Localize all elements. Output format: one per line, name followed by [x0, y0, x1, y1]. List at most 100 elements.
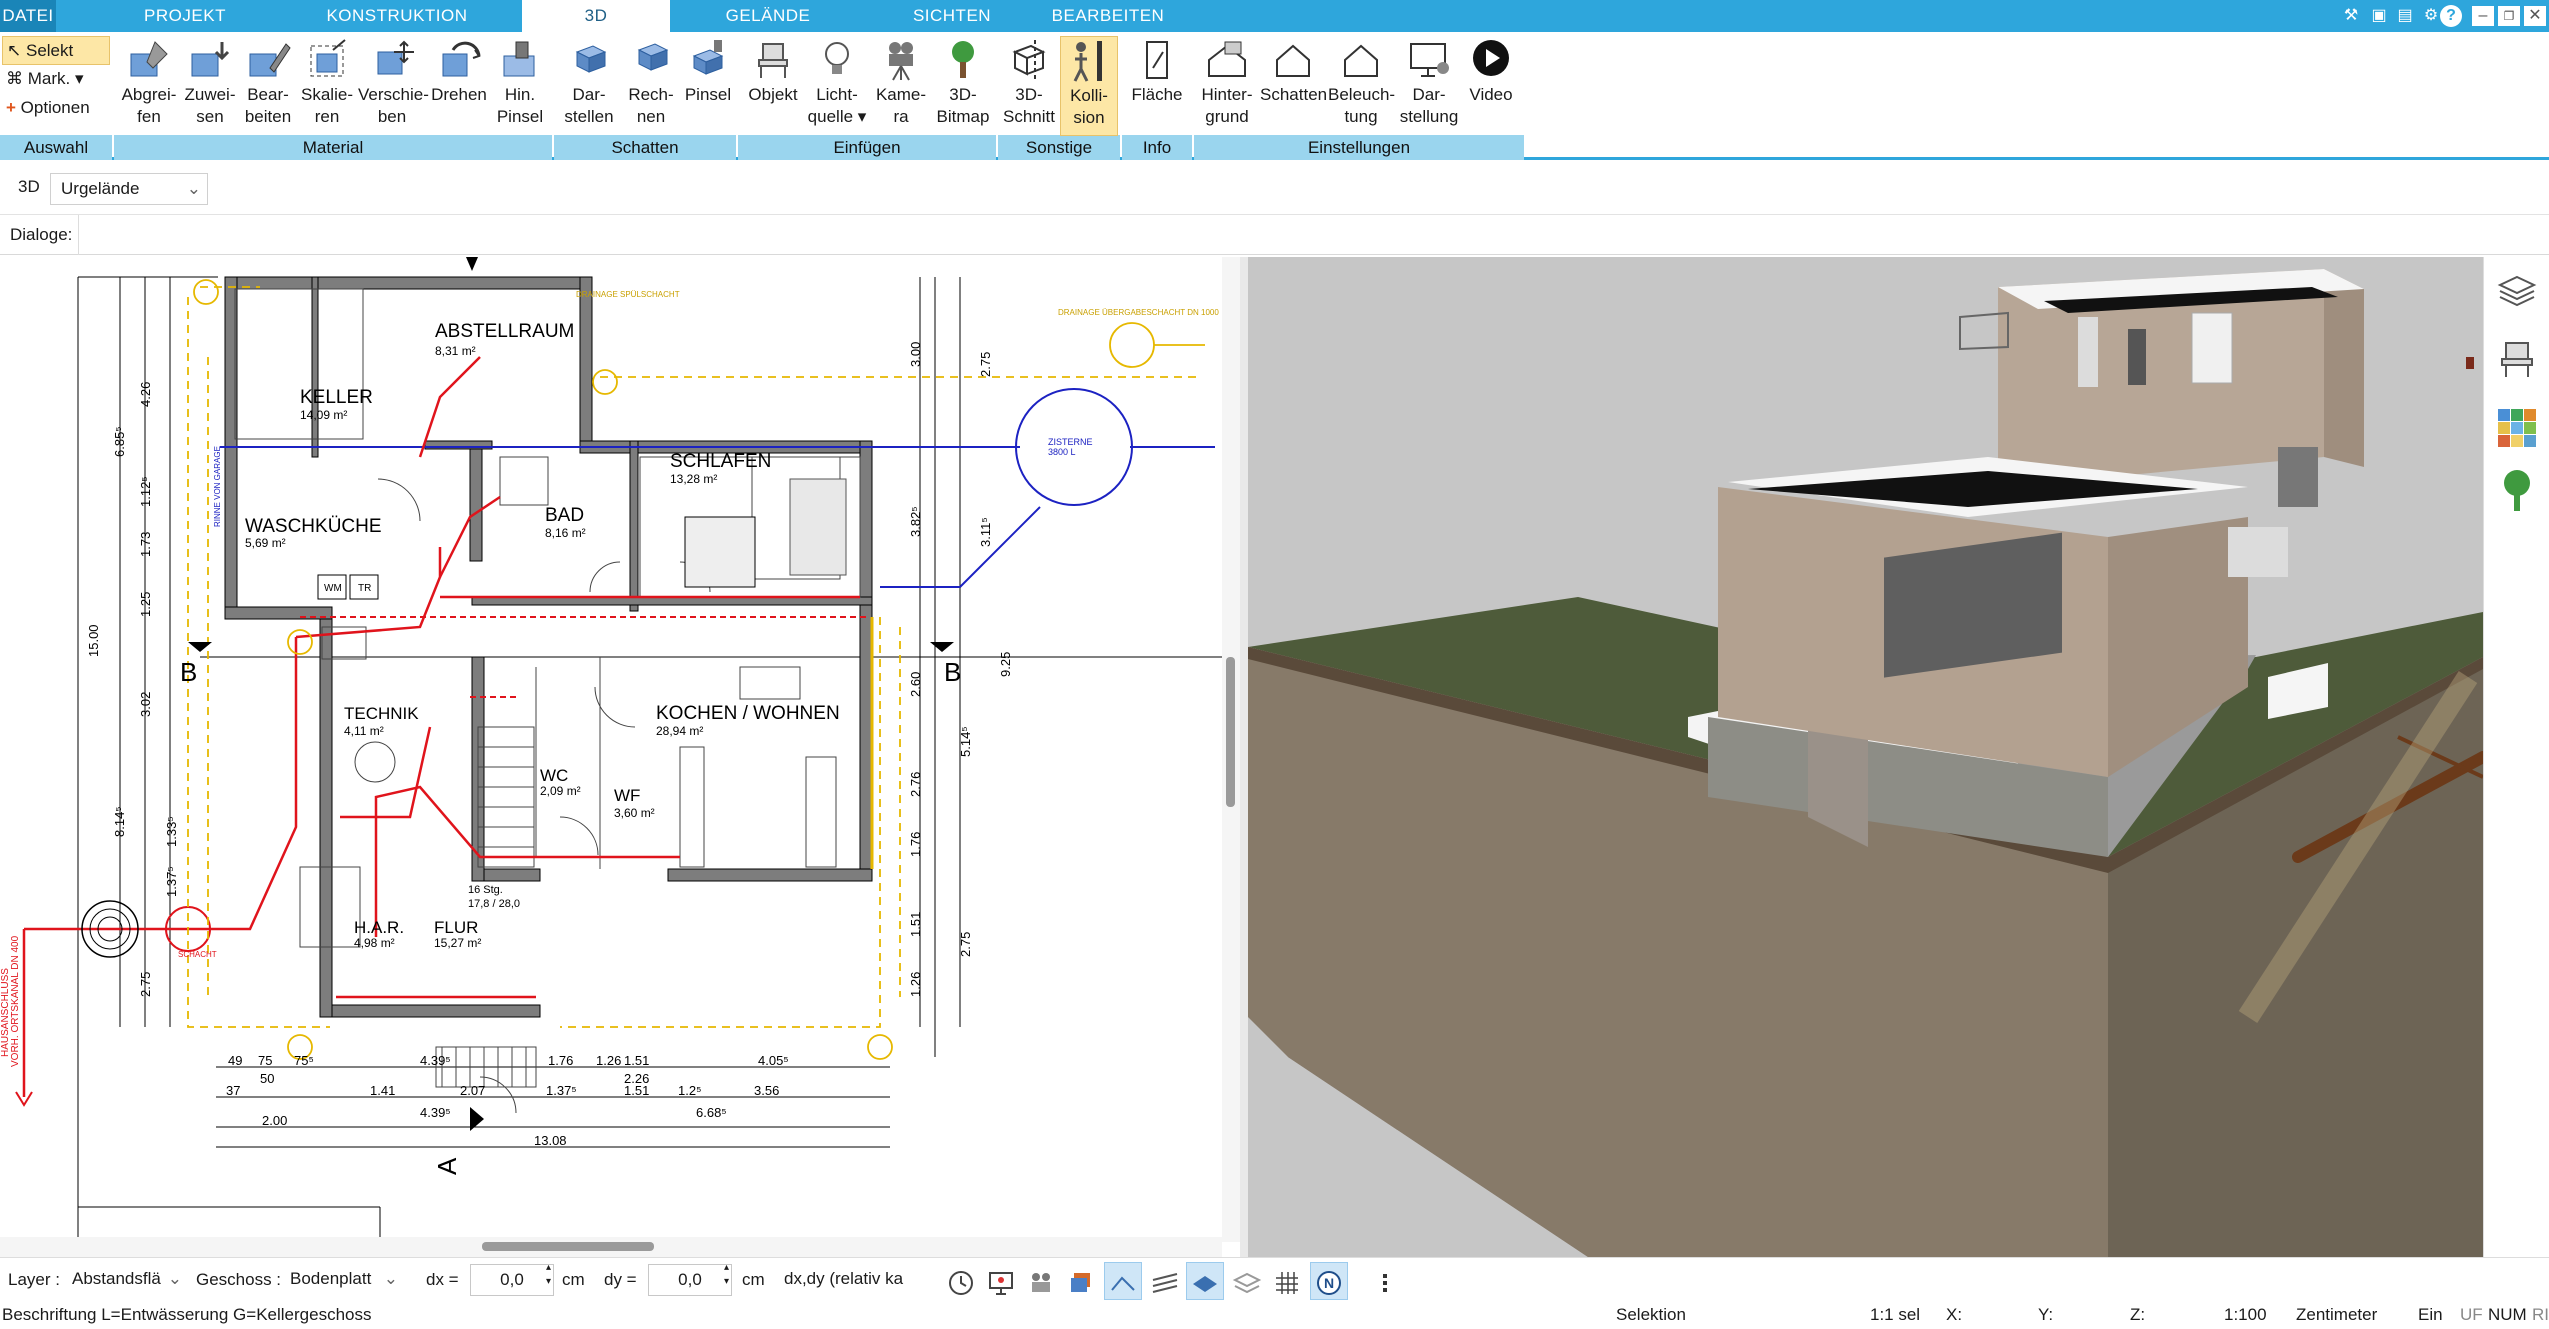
shadow-brush-icon: [692, 40, 724, 75]
room-keller[interactable]: KELLER: [300, 387, 373, 408]
layers-icon[interactable]: [2496, 271, 2538, 313]
plants-icon[interactable]: [2498, 467, 2536, 513]
room-schlafen[interactable]: SCHLAFEN: [670, 451, 771, 472]
folder-icon[interactable]: ▣: [2366, 3, 2392, 29]
layer-dropdown[interactable]: Abstandsflä ⌄: [66, 1264, 184, 1296]
right-sidebar: [2483, 257, 2549, 1257]
stepper-icon[interactable]: ▴ ▾: [546, 1261, 551, 1289]
dy-input[interactable]: 0,0 ▴ ▾: [648, 1261, 732, 1296]
section-b-right: B: [944, 657, 961, 687]
hintergrund-button[interactable]: Hinter-grund: [1196, 36, 1258, 136]
area-icon: [1146, 41, 1168, 79]
floor-plan-view[interactable]: WM TR ABSTELLRAUM 8,31 m² KELLER 14,09 m…: [0, 257, 1240, 1257]
room-har[interactable]: H.A.R.: [354, 918, 404, 937]
room-bad[interactable]: BAD: [545, 505, 584, 526]
tab-bearbeiten[interactable]: BEARBEITEN: [1046, 0, 1170, 32]
horizontal-scrollbar-thumb[interactable]: [482, 1242, 654, 1251]
flaeche-button[interactable]: Fläche: [1126, 36, 1188, 136]
schatten-pinsel-button[interactable]: Pinsel: [682, 36, 734, 136]
tab-gelaende[interactable]: GELÄNDE: [710, 0, 826, 32]
beleuchtung-button[interactable]: Beleuch-tung: [1328, 36, 1395, 136]
vertical-scrollbar[interactable]: [1222, 257, 1240, 1242]
tab-3d[interactable]: 3D: [522, 0, 670, 32]
view-mode-label: 3D: [18, 177, 40, 196]
chair-catalog-icon[interactable]: [2498, 337, 2536, 379]
tab-sichten[interactable]: SICHTEN: [890, 0, 1014, 32]
coord-mode-dropdown[interactable]: dx,dy (relativ ka: [778, 1264, 924, 1296]
floor-plane-icon[interactable]: [1190, 1268, 1220, 1298]
darstellung-button[interactable]: Dar-stellung: [1398, 36, 1460, 136]
clock-icon[interactable]: [946, 1268, 976, 1298]
north-icon[interactable]: N: [1314, 1268, 1344, 1298]
schatten-settings-button[interactable]: Schatten: [1260, 36, 1328, 136]
layers-stack-icon[interactable]: [1232, 1268, 1262, 1298]
video-button[interactable]: Video: [1462, 36, 1520, 136]
menu-bar: DATEI PROJEKT KONSTRUKTION 3D GELÄNDE SI…: [0, 0, 2549, 32]
bearbeiten-button[interactable]: Bear-beiten: [240, 36, 296, 136]
view-splitter[interactable]: [1240, 257, 1248, 1257]
room-kochen-wohnen-area: 28,94 m²: [656, 724, 703, 738]
grid-icon[interactable]: [1272, 1268, 1302, 1298]
stack-icon[interactable]: [1066, 1268, 1096, 1298]
vertical-scrollbar-thumb[interactable]: [1226, 657, 1235, 807]
drehen-button[interactable]: Drehen: [428, 36, 490, 136]
minimize-button[interactable]: –: [2472, 6, 2494, 26]
window-icon[interactable]: ▤: [2392, 3, 2418, 29]
group-info: Info: [1122, 135, 1192, 160]
floor-plan-drawing[interactable]: WM TR ABSTELLRAUM 8,31 m² KELLER 14,09 m…: [0, 257, 1240, 1257]
room-abstellraum[interactable]: ABSTELLRAUM: [435, 321, 574, 342]
zuweisen-button[interactable]: Zuwei-sen: [182, 36, 238, 136]
tree-icon: [952, 41, 974, 78]
chevron-down-icon: ⌄: [186, 179, 201, 198]
kamera-button[interactable]: Kame-ra: [872, 36, 930, 136]
mark-button[interactable]: ⌘ Mark. ▾: [2, 65, 110, 94]
help-icon[interactable]: ?: [2440, 5, 2462, 27]
verschieben-label: Verschie-ben: [358, 85, 429, 126]
terrain-dropdown[interactable]: Urgelände ⌄: [50, 173, 208, 205]
selekt-button[interactable]: ↖ Selekt: [2, 36, 110, 65]
darstellen-button[interactable]: Dar-stellen: [558, 36, 620, 136]
3d-view[interactable]: [1248, 257, 2483, 1257]
stepper-icon[interactable]: ▴ ▾: [724, 1261, 729, 1289]
abgreifen-button[interactable]: Abgrei-fen: [118, 36, 180, 136]
rechnen-button[interactable]: Rech-nen: [622, 36, 680, 136]
lightbulb-icon: [825, 42, 849, 74]
3d-schnitt-button[interactable]: 3D- Schnitt: [1000, 36, 1058, 136]
kollision-button[interactable]: Kolli-sion: [1060, 36, 1118, 136]
lichtquelle-button[interactable]: Licht-quelle ▾: [806, 36, 868, 136]
close-button[interactable]: ✕: [2524, 6, 2546, 26]
restore-button[interactable]: ❐: [2498, 6, 2520, 26]
snap-line-icon[interactable]: [1108, 1268, 1138, 1298]
room-kochen-wohnen[interactable]: KOCHEN / WOHNEN: [656, 703, 840, 724]
tab-datei[interactable]: DATEI: [0, 0, 56, 32]
3d-bitmap-button[interactable]: 3D- Bitmap: [934, 36, 992, 136]
pipes-icon[interactable]: [1150, 1268, 1180, 1298]
layer-label: Layer :: [8, 1270, 60, 1289]
screen-icon[interactable]: [986, 1268, 1016, 1298]
tab-konstruktion[interactable]: KONSTRUKTION: [318, 0, 476, 32]
skalieren-label: Skalie-ren: [301, 85, 353, 126]
room-wc[interactable]: WC: [540, 766, 568, 785]
tr-label: TR: [358, 583, 371, 594]
people-icon[interactable]: [1026, 1268, 1056, 1298]
geschoss-dropdown[interactable]: Bodenplatt ⌄: [284, 1264, 400, 1296]
assign-material-icon: [191, 42, 230, 77]
materials-icon[interactable]: [2496, 407, 2538, 449]
dim-bottom-15: 1.51: [624, 1083, 649, 1098]
optionen-button[interactable]: + Optionen: [2, 94, 110, 123]
objekt-button[interactable]: Objekt: [744, 36, 802, 136]
more-options-icon[interactable]: [1370, 1268, 1400, 1298]
schatten-settings-label: Schatten: [1260, 85, 1328, 104]
3d-scene[interactable]: [1248, 257, 2483, 1257]
skalieren-button[interactable]: Skalie-ren: [298, 36, 356, 136]
tools-icon[interactable]: ⚒: [2338, 3, 2364, 29]
dx-input[interactable]: 0,0 ▴ ▾: [470, 1261, 554, 1296]
dim-bottom-20: 6.68⁵: [696, 1105, 727, 1120]
room-technik[interactable]: TECHNIK: [344, 704, 419, 723]
room-wf[interactable]: WF: [614, 786, 640, 805]
tab-projekt[interactable]: PROJEKT: [118, 0, 252, 32]
room-flur[interactable]: FLUR: [434, 918, 478, 937]
hin-pinsel-button[interactable]: Hin. Pinsel: [492, 36, 548, 136]
room-waschkueche[interactable]: WASCHKÜCHE: [245, 516, 382, 537]
verschieben-button[interactable]: Verschie-ben: [358, 36, 429, 136]
